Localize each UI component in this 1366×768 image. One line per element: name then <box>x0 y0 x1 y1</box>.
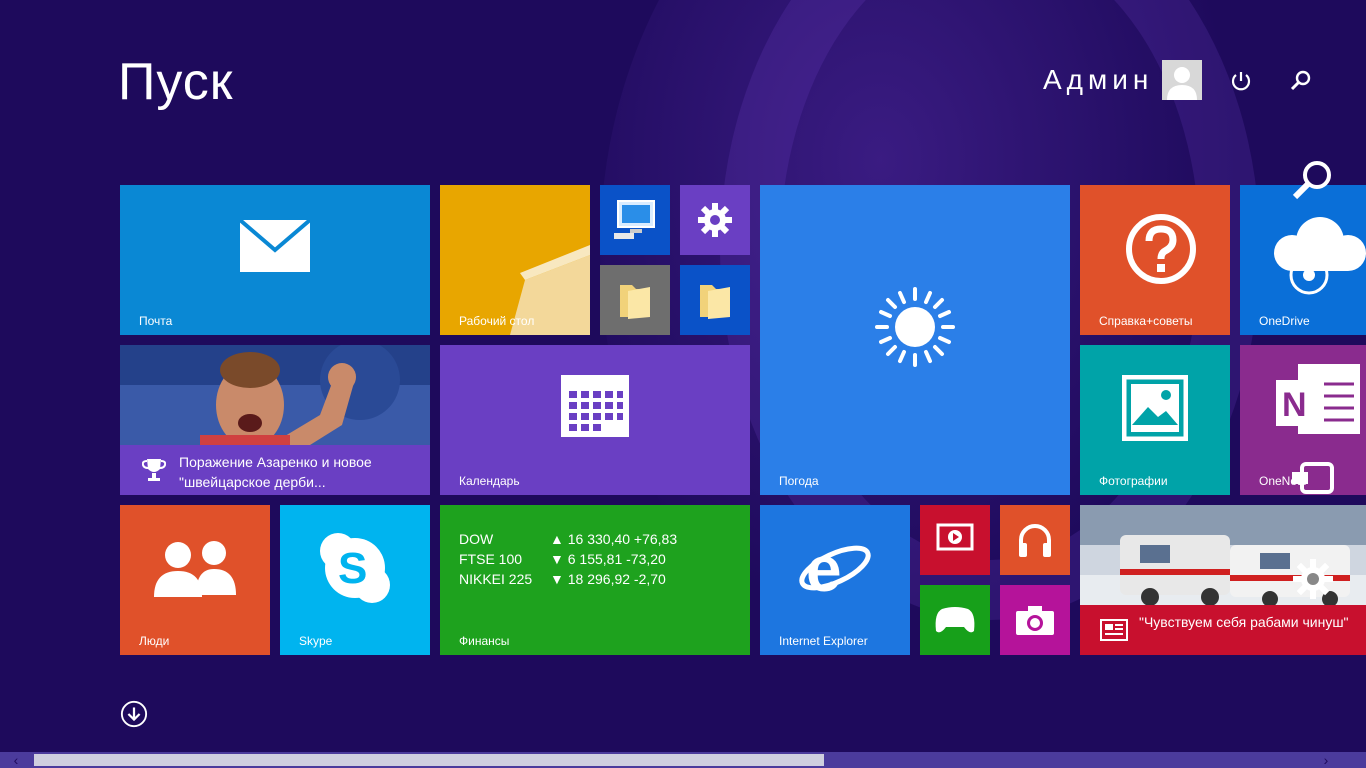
tile-music[interactable] <box>1000 505 1070 575</box>
desktop-wallpaper-icon <box>440 185 590 335</box>
headphones-icon <box>1019 524 1051 557</box>
tile-desktop[interactable]: Рабочий стол <box>440 185 590 335</box>
computer-icon <box>614 200 655 239</box>
tile-folder[interactable] <box>600 265 670 335</box>
settings-overlay-icon[interactable] <box>1290 556 1336 602</box>
tile-games[interactable] <box>920 585 990 655</box>
tile-calendar[interactable]: Календарь <box>440 345 750 495</box>
sport-news-text: Поражение Азаренко и новое "швейцарское … <box>179 454 372 490</box>
settings-icon <box>698 203 732 237</box>
trophy-icon <box>142 459 166 481</box>
tile-mail[interactable]: Почта <box>120 185 430 335</box>
onenote-icon: N <box>1276 364 1360 434</box>
tile-video[interactable] <box>920 505 990 575</box>
finance-row-value: ▼ 6 155,81 -73,20 <box>550 551 666 567</box>
scroll-right-icon[interactable]: › <box>1318 752 1334 768</box>
tile-explorer[interactable] <box>680 265 750 335</box>
internet-explorer-icon: e <box>799 533 871 605</box>
tile-people-label: Люди <box>139 634 170 648</box>
tile-calendar-label: Календарь <box>459 474 520 488</box>
skype-icon: S <box>320 533 390 603</box>
help-icon <box>1126 214 1196 284</box>
tile-internet-explorer[interactable]: e Internet Explorer <box>760 505 910 655</box>
svg-text:N: N <box>1282 386 1307 424</box>
tile-mail-label: Почта <box>139 314 173 328</box>
sport-news-bar: Поражение Азаренко и новое "швейцарское … <box>120 445 430 495</box>
tile-weather[interactable]: Погода <box>760 185 1070 495</box>
tile-skype-label: Skype <box>299 634 333 648</box>
tile-help-label: Справка+советы <box>1099 314 1193 328</box>
tile-skype[interactable]: S Skype <box>280 505 430 655</box>
games-icon <box>935 607 975 633</box>
page-title: Пуск <box>118 53 234 111</box>
tile-finance-label: Финансы <box>459 634 510 648</box>
magnifier-icon[interactable] <box>1290 158 1336 202</box>
finance-row-name: DOW <box>459 531 494 547</box>
tile-sport-news[interactable]: Поражение Азаренко и новое "швейцарское … <box>120 345 430 495</box>
all-apps-arrow-icon[interactable] <box>120 700 148 728</box>
sun-icon <box>875 287 955 367</box>
tile-finance[interactable]: DOW ▲ 16 330,40 +76,83 FTSE 100 ▼ 6 155,… <box>440 505 750 655</box>
finance-row-name: NIKKEI 225 <box>459 571 533 587</box>
horizontal-scrollbar[interactable]: ‹ › <box>0 752 1366 768</box>
search-icon[interactable] <box>1286 66 1316 96</box>
tile-photos-label: Фотографии <box>1099 474 1168 488</box>
finance-row-name: FTSE 100 <box>459 551 523 567</box>
folder-icon <box>700 285 730 319</box>
tile-help[interactable]: Справка+советы <box>1080 185 1230 335</box>
user-avatar-icon <box>1162 60 1202 100</box>
tile-camera[interactable] <box>1000 585 1070 655</box>
finance-row-value: ▼ 18 296,92 -2,70 <box>550 571 666 587</box>
news-bar: "Чувствуем себя рабами чинуш" <box>1080 605 1366 655</box>
tile-computer[interactable] <box>600 185 670 255</box>
scroll-left-icon[interactable]: ‹ <box>8 752 24 768</box>
power-icon[interactable] <box>1226 66 1256 96</box>
svg-text:e: e <box>806 533 842 605</box>
tile-settings[interactable] <box>680 185 750 255</box>
newspaper-icon <box>1100 619 1128 641</box>
news-text: "Чувствуем себя рабами чинуш" <box>1139 614 1349 630</box>
scroll-thumb[interactable] <box>34 754 824 766</box>
photos-icon <box>1122 375 1188 441</box>
mail-icon <box>240 220 310 272</box>
people-icon <box>154 541 236 597</box>
folder-icon <box>620 285 650 319</box>
tile-onedrive-label: OneDrive <box>1259 314 1310 328</box>
device-overlay-icon[interactable] <box>1290 460 1336 496</box>
network-overlay-icon[interactable] <box>1286 250 1332 300</box>
avatar[interactable] <box>1162 60 1202 100</box>
user-name[interactable]: Админ <box>1043 64 1153 96</box>
sport-photo <box>120 345 430 445</box>
video-icon <box>936 523 974 551</box>
camera-icon <box>1016 606 1054 635</box>
tile-people[interactable]: Люди <box>120 505 270 655</box>
tile-ie-label: Internet Explorer <box>779 634 868 648</box>
tile-photos[interactable]: Фотографии <box>1080 345 1230 495</box>
svg-text:S: S <box>338 544 367 593</box>
finance-row-value: ▲ 16 330,40 +76,83 <box>550 531 678 547</box>
tile-weather-label: Погода <box>779 474 819 488</box>
tile-desktop-label: Рабочий стол <box>459 314 535 328</box>
calendar-icon <box>561 375 629 437</box>
